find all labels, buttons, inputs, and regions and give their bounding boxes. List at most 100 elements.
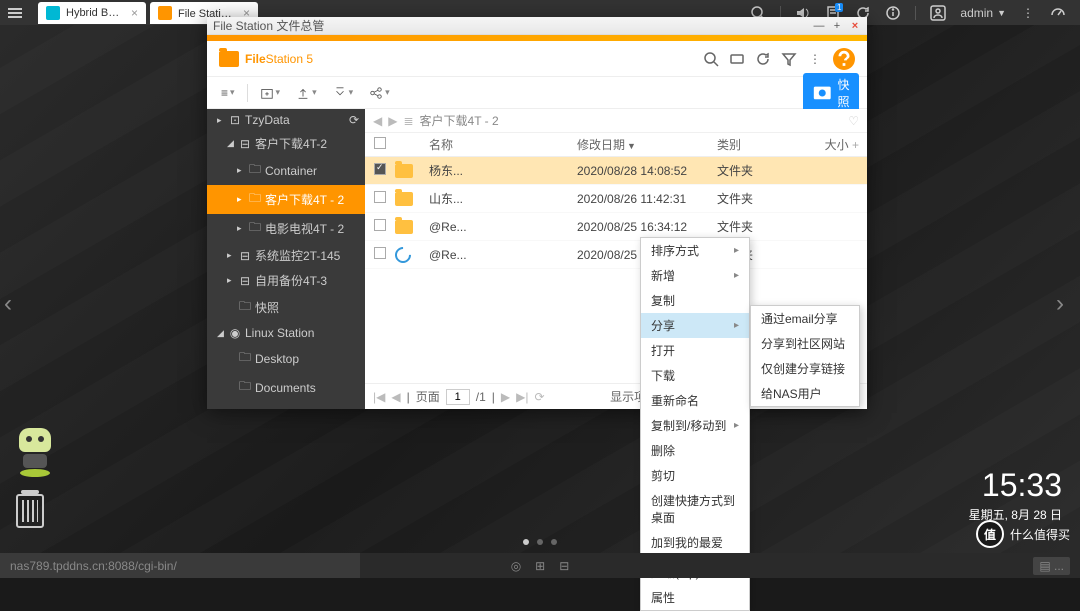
select-all-checkbox[interactable]: [374, 137, 386, 149]
page-label: 页面: [416, 388, 440, 405]
logo-text: FileStation 5: [245, 50, 313, 68]
sidebar-item[interactable]: ▸🗀客户下载4T - 2: [207, 185, 365, 214]
menu-item[interactable]: 仅创建分享链接: [751, 356, 859, 381]
menu-item[interactable]: 分享▸: [641, 313, 749, 338]
create-button[interactable]: ▾: [254, 83, 287, 103]
more-icon[interactable]: ⋮: [1020, 5, 1036, 21]
action-button[interactable]: ▾: [327, 83, 360, 103]
desktop-prev[interactable]: ‹: [4, 289, 24, 319]
more-icon[interactable]: ⋮: [807, 51, 823, 67]
row-checkbox[interactable]: [374, 247, 386, 259]
task-indicator[interactable]: ▤ ...: [1033, 557, 1070, 575]
sidebar-item[interactable]: 🗀Desktop: [207, 344, 365, 373]
share-button[interactable]: ▾: [363, 83, 396, 103]
refresh-icon[interactable]: [755, 51, 771, 67]
sidebar-item[interactable]: ▸🗀电影电视4T - 2: [207, 214, 365, 243]
sidebar-item[interactable]: 🗀快照: [207, 293, 365, 322]
menu-item[interactable]: 删除: [641, 438, 749, 463]
menu-item[interactable]: 分享到社区网站: [751, 331, 859, 356]
url-display: nas789.tpddns.cn:8088/cgi-bin/: [0, 553, 360, 578]
window-titlebar[interactable]: File Station 文件总管 — + ×: [207, 17, 867, 35]
sidebar-item[interactable]: ▸⊡TzyData⟳: [207, 109, 365, 131]
trash-icon[interactable]: [16, 494, 44, 528]
next-page-icon[interactable]: ▶: [501, 390, 510, 404]
menu-item[interactable]: 复制: [641, 288, 749, 313]
snapshot-label: 快照: [837, 76, 851, 110]
page-input[interactable]: [446, 389, 470, 405]
row-checkbox[interactable]: [374, 191, 386, 203]
history-icon[interactable]: ≣: [403, 114, 413, 128]
row-checkbox[interactable]: [374, 219, 386, 231]
menu-item[interactable]: 复制到/移动到▸: [641, 413, 749, 438]
pager-dot[interactable]: [523, 539, 529, 545]
bb-icon[interactable]: ⊞: [535, 559, 545, 573]
clock-time: 15:33: [969, 467, 1062, 504]
filter-icon[interactable]: [781, 51, 797, 67]
pager-dot[interactable]: [551, 539, 557, 545]
bb-icon[interactable]: ⊟: [559, 559, 569, 573]
sidebar-item[interactable]: 🗀Documents: [207, 373, 365, 402]
refresh-icon[interactable]: ⟳: [534, 390, 544, 404]
search-icon[interactable]: [703, 51, 719, 67]
tab-hybrid-backup[interactable]: Hybrid Backup ... ×: [38, 2, 146, 24]
help-icon[interactable]: [833, 48, 855, 70]
table-row[interactable]: @Re...2020/08/25 16:34:11文件夹: [365, 241, 867, 269]
table-row[interactable]: @Re...2020/08/25 16:34:12文件夹: [365, 213, 867, 241]
col-size[interactable]: 大小 +: [817, 136, 867, 153]
sidebar-item[interactable]: ▸🗀Container: [207, 156, 365, 185]
table-row[interactable]: 山东...2020/08/26 11:42:31文件夹: [365, 185, 867, 213]
view-mode-button[interactable]: ≡▾: [215, 83, 241, 103]
bb-icon[interactable]: ◎: [511, 559, 521, 573]
desktop-pager: [523, 539, 557, 545]
folder-icon: [219, 51, 239, 67]
sidebar-item[interactable]: 🗀Downloads: [207, 402, 365, 409]
sidebar-item[interactable]: ▸⊟自用备份4T-3: [207, 268, 365, 293]
breadcrumb: ◀ ▶ ≣ 客户下载4T - 2 ♡: [365, 109, 867, 133]
sidebar-item[interactable]: ▸⊟系统监控2T-145: [207, 243, 365, 268]
first-page-icon[interactable]: |◀: [373, 390, 385, 404]
table-row[interactable]: 杨东...2020/08/28 14:08:52文件夹: [365, 157, 867, 185]
menu-item[interactable]: 通过email分享: [751, 306, 859, 331]
menu-item[interactable]: 创建快捷方式到桌面: [641, 488, 749, 530]
breadcrumb-path[interactable]: 客户下载4T - 2: [420, 112, 499, 129]
pager-dot[interactable]: [537, 539, 543, 545]
robot-icon[interactable]: [15, 428, 55, 473]
col-name[interactable]: 名称: [425, 136, 577, 153]
user-icon[interactable]: [930, 5, 946, 21]
col-date[interactable]: 修改日期▼: [577, 136, 717, 153]
menu-item[interactable]: 剪切: [641, 463, 749, 488]
desktop-next[interactable]: ›: [1056, 289, 1076, 319]
nav-back-icon[interactable]: ◀: [373, 114, 382, 128]
minimize-button[interactable]: —: [813, 20, 825, 32]
col-type[interactable]: 类别: [717, 136, 817, 153]
menu-item[interactable]: 给NAS用户: [751, 381, 859, 406]
row-checkbox[interactable]: [374, 163, 386, 175]
prev-page-icon[interactable]: ◀: [391, 390, 400, 404]
menu-item[interactable]: 新增▸: [641, 263, 749, 288]
menu-item[interactable]: 重新命名: [641, 388, 749, 413]
close-icon[interactable]: ×: [131, 6, 138, 20]
remote-mount-icon[interactable]: [729, 51, 745, 67]
upload-button[interactable]: ▾: [290, 83, 323, 103]
snapshot-button[interactable]: 快照: [803, 73, 859, 113]
sidebar-item[interactable]: ◢⊟客户下载4T-2: [207, 131, 365, 156]
info-icon[interactable]: [885, 5, 901, 21]
dashboard-icon[interactable]: [1050, 5, 1066, 21]
admin-menu[interactable]: admin▼: [960, 6, 1006, 20]
favorite-icon[interactable]: ♡: [848, 114, 859, 128]
table-body: 杨东...2020/08/28 14:08:52文件夹山东...2020/08/…: [365, 157, 867, 269]
menu-item[interactable]: 属性: [641, 585, 749, 610]
menu-item[interactable]: 加到我的最爱: [641, 530, 749, 555]
menu-item[interactable]: 打开: [641, 338, 749, 363]
menu-button[interactable]: [0, 0, 30, 25]
admin-label: admin: [960, 6, 993, 20]
sidebar-item[interactable]: ◢◉Linux Station: [207, 322, 365, 344]
close-button[interactable]: ×: [849, 20, 861, 32]
nav-fwd-icon[interactable]: ▶: [388, 114, 397, 128]
last-page-icon[interactable]: ▶|: [516, 390, 528, 404]
menu-item[interactable]: 下载: [641, 363, 749, 388]
menu-item[interactable]: 排序方式▸: [641, 238, 749, 263]
app-icon: [46, 6, 60, 20]
page-total: /1: [476, 390, 486, 404]
maximize-button[interactable]: +: [831, 20, 843, 32]
